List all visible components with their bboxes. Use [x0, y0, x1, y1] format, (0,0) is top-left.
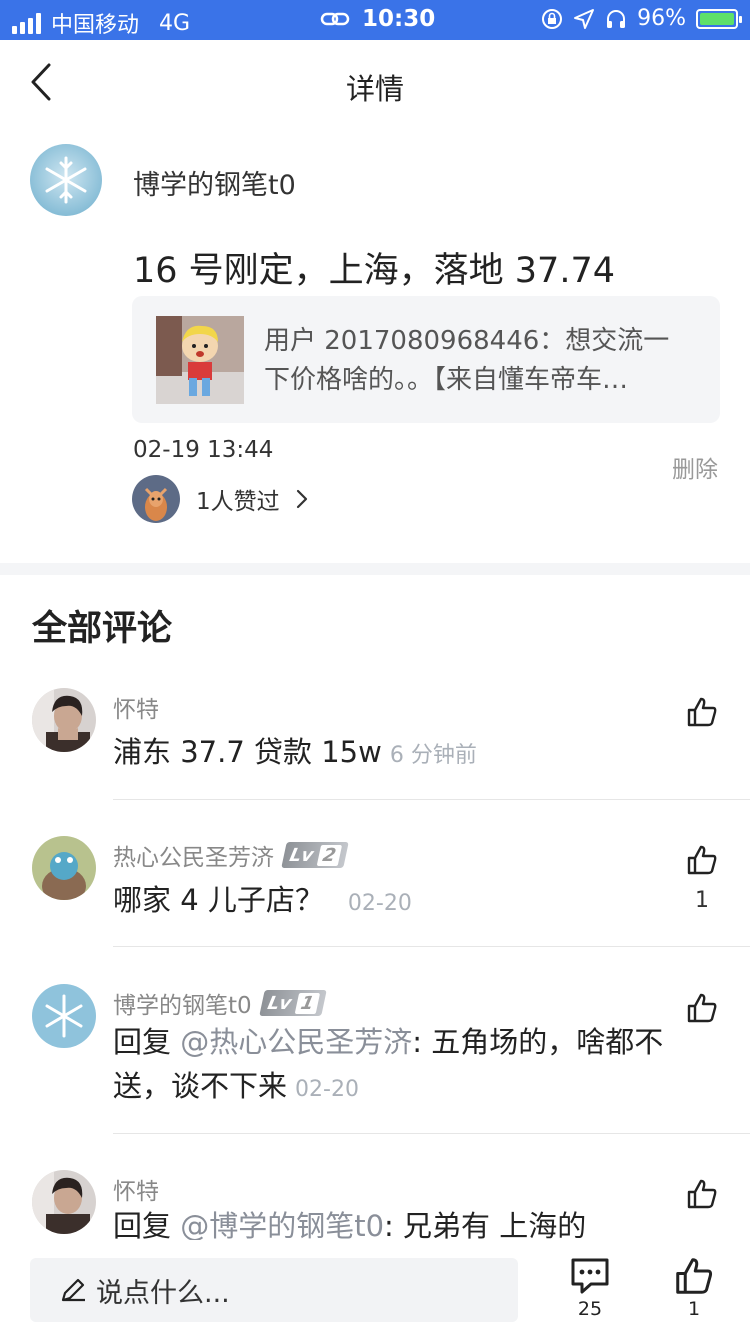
post-timestamp: 02-19 13:44 [133, 437, 274, 463]
comments-button[interactable]: 25 [565, 1256, 615, 1320]
location-icon [574, 8, 595, 29]
like-button[interactable]: 1 [669, 1256, 719, 1320]
comment-count: 25 [577, 1298, 603, 1320]
commenter-avatar[interactable] [32, 836, 96, 900]
likers-row[interactable]: 1人赞过 [132, 475, 308, 523]
like-icon[interactable] [686, 1178, 718, 1210]
comment-input-placeholder: 说点什么... [96, 1277, 230, 1309]
comment-input[interactable]: 说点什么... [30, 1258, 518, 1322]
comment-time: 02-20 [347, 891, 412, 916]
author-avatar[interactable] [30, 144, 102, 216]
level-badge: Lv 2 [281, 842, 349, 868]
comment-bubble-icon [571, 1258, 609, 1294]
commenter-avatar[interactable] [32, 688, 96, 752]
commenter-avatar[interactable] [32, 984, 96, 1048]
commenter-avatar[interactable] [32, 1170, 96, 1234]
comment-separator [113, 799, 750, 800]
status-bar: 中国移动 4G 10:30 96% [0, 0, 750, 40]
rotation-lock-icon [542, 8, 563, 29]
like-icon[interactable] [686, 844, 718, 876]
comment-text: 浦东 37.7 贷款 15w 6 分钟前 [113, 735, 477, 769]
like-icon[interactable] [686, 696, 718, 728]
author-name[interactable]: 博学的钢笔t0 [133, 163, 296, 202]
link-icon [320, 12, 350, 26]
commenter-name[interactable]: 博学的钢笔t0 Lv 1 [113, 986, 327, 1020]
comment-separator [113, 1133, 750, 1134]
comment-time: 6 分钟前 [389, 743, 477, 768]
signal-icon [12, 12, 41, 34]
chevron-right-icon [296, 489, 307, 509]
section-divider [0, 563, 750, 575]
quoted-post-text: 用户 2017080968446：想交流一下价格啥的。。【来自懂车帝车… [264, 326, 670, 395]
like-icon[interactable] [686, 992, 718, 1024]
page-title: 详情 [345, 72, 404, 106]
pencil-icon [61, 1278, 85, 1302]
comment-text: 哪家 4 儿子店？ 02-20 [113, 883, 412, 917]
post-text: 16 号刚定，上海，落地 37.74 [133, 251, 615, 291]
like-count: 1 [695, 888, 709, 913]
network-label: 4G [159, 10, 191, 36]
comment-time: 02-20 [295, 1077, 359, 1102]
quoted-post-thumbnail [156, 316, 244, 404]
like-count: 1 [687, 1298, 701, 1320]
likers-text: 1人赞过 [196, 489, 280, 515]
carrier-label: 中国移动 [51, 13, 140, 38]
battery-icon [696, 8, 742, 29]
mention-link[interactable]: @热心公民圣芳济 [180, 1025, 412, 1059]
comment-separator [113, 946, 750, 947]
comment-text: 回复 @热心公民圣芳济: 五角场的，啥都不送，谈不下来 02-20 [113, 1025, 664, 1103]
commenter-name[interactable]: 怀特 [113, 690, 159, 724]
nav-bar: 详情 [0, 40, 750, 128]
commenter-name[interactable]: 热心公民圣芳济 Lv 2 [113, 838, 349, 872]
headphones-icon [607, 9, 626, 28]
level-badge: Lv 1 [258, 990, 327, 1016]
thumbs-up-icon [676, 1258, 713, 1294]
delete-button[interactable]: 删除 [672, 450, 718, 484]
bottom-bar: 说点什么... 25 1 [0, 1240, 750, 1334]
mention-link[interactable]: @博学的钢笔t0 [180, 1209, 384, 1243]
liker-avatar [132, 475, 180, 523]
battery-percent: 96% [637, 6, 686, 31]
commenter-name[interactable]: 怀特 [113, 1172, 159, 1206]
clock: 10:30 [362, 6, 436, 32]
comments-heading: 全部评论 [32, 609, 173, 649]
quoted-post[interactable]: 用户 2017080968446：想交流一下价格啥的。。【来自懂车帝车… [132, 296, 720, 423]
